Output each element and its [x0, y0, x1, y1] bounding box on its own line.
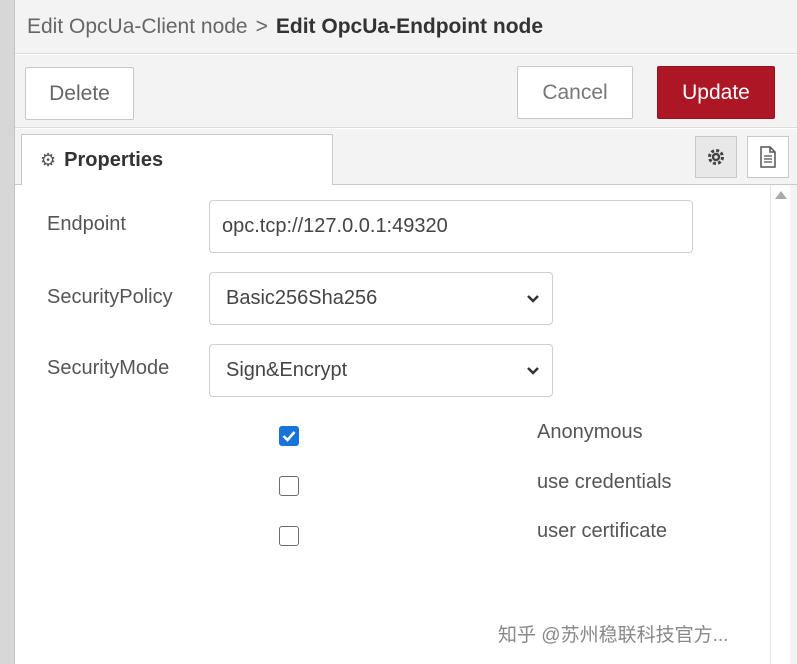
document-icon [760, 146, 776, 168]
tab-bar: ⚙ Properties [15, 129, 797, 185]
user-certificate-label: user certificate [537, 520, 668, 542]
anonymous-label: Anonymous [537, 421, 643, 443]
use-credentials-checkbox[interactable] [279, 476, 299, 496]
security-mode-select[interactable]: Sign&Encrypt [209, 344, 553, 397]
toolbar: Delete Cancel Update [15, 55, 797, 128]
delete-button[interactable]: Delete [25, 67, 134, 120]
update-button[interactable]: Update [657, 66, 775, 119]
scrollbar[interactable] [770, 185, 791, 664]
description-tab-button[interactable] [747, 136, 789, 178]
checkmark-icon [282, 431, 296, 442]
breadcrumb: Edit OpcUa-Client node > Edit OpcUa-Endp… [15, 0, 797, 54]
chevron-down-icon [527, 294, 539, 303]
breadcrumb-separator: > [255, 14, 268, 38]
use-credentials-label: use credentials [537, 471, 672, 493]
scroll-up-arrow-icon[interactable] [775, 191, 787, 199]
tab-properties-label: Properties [64, 148, 164, 171]
tab-properties[interactable]: ⚙ Properties [21, 134, 333, 185]
security-policy-label: SecurityPolicy [47, 286, 173, 308]
cancel-button[interactable]: Cancel [517, 66, 633, 119]
watermark: 知乎 @苏州稳联科技官方... [498, 625, 729, 646]
properties-panel: Endpoint opc.tcp://127.0.0.1:49320 Secur… [15, 185, 770, 664]
right-edge [790, 185, 797, 664]
gear-icon: ⚙ [40, 149, 57, 170]
security-mode-label: SecurityMode [47, 357, 170, 379]
security-policy-select[interactable]: Basic256Sha256 [209, 272, 553, 325]
endpoint-label: Endpoint [47, 213, 126, 235]
anonymous-checkbox[interactable] [279, 426, 299, 446]
user-certificate-checkbox[interactable] [279, 526, 299, 546]
security-policy-value: Basic256Sha256 [226, 287, 378, 309]
settings-tab-button[interactable] [695, 136, 737, 178]
gear-icon [708, 149, 724, 165]
breadcrumb-parent[interactable]: Edit OpcUa-Client node [27, 15, 248, 39]
left-edge-divider [0, 0, 15, 664]
security-mode-value: Sign&Encrypt [226, 359, 348, 381]
chevron-down-icon [527, 366, 539, 375]
endpoint-input[interactable]: opc.tcp://127.0.0.1:49320 [209, 200, 693, 253]
page-title: Edit OpcUa-Endpoint node [275, 14, 544, 38]
